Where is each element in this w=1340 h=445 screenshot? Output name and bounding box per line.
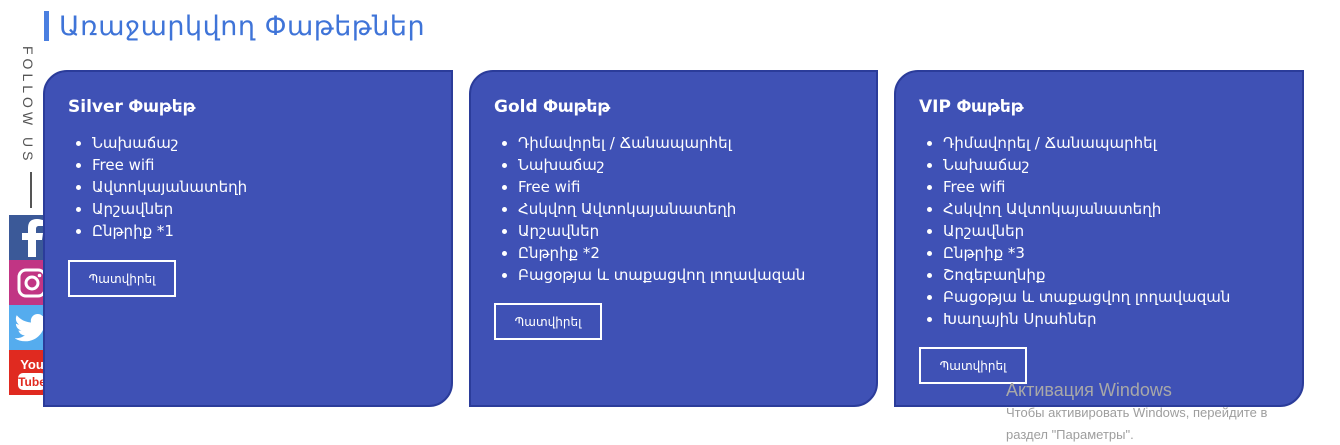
youtube-icon: You Tube (17, 357, 46, 390)
facebook-icon (21, 218, 43, 257)
feature-item: Ավտոկայանատեղի (92, 176, 247, 198)
package-card-gold: Gold Փաթեթ Դիմավորել / Ճանապարհել Նախաճա… (469, 70, 878, 407)
feature-item: Ընթրիք *3 (943, 242, 1230, 264)
feature-item: Free wifi (518, 176, 805, 198)
feature-list: Դիմավորել / Ճանապարհել Նախաճաշ Free wifi… (494, 132, 805, 286)
order-button[interactable]: Պատվիրել (494, 303, 602, 340)
package-card-silver: Silver Փաթեթ Նախաճաշ Free wifi Ավտոկայան… (43, 70, 453, 407)
feature-item: Ընթրիք *1 (92, 220, 247, 242)
package-card-vip: VIP Փաթեթ Դիմավորել / Ճանապարհել Նախաճաշ… (894, 70, 1304, 407)
follow-us-label: FOLLOW US (20, 46, 36, 165)
package-title: Silver Փաթեթ (68, 97, 196, 117)
watermark-title: Активация Windows (1006, 380, 1172, 400)
heading-accent-bar (44, 11, 49, 41)
package-title: Gold Փաթեթ (494, 97, 611, 117)
feature-list: Դիմավորել / Ճանապարհել Նախաճաշ Free wifi… (919, 132, 1230, 330)
feature-item: Նախաճաշ (518, 154, 805, 176)
feature-item: Արշավներ (943, 220, 1230, 242)
feature-item: Դիմավորել / Ճանապարհել (518, 132, 805, 154)
feature-list: Նախաճաշ Free wifi Ավտոկայանատեղի Արշավնե… (68, 132, 247, 242)
feature-item: Բացօթյա և տաքացվող լողավազան (943, 286, 1230, 308)
feature-item: Ընթրիք *2 (518, 242, 805, 264)
svg-text:Tube: Tube (18, 375, 46, 389)
feature-item: Դիմավորել / Ճանապարհել (943, 132, 1230, 154)
watermark-line: Чтобы активировать Windows, перейдите в (1006, 405, 1268, 420)
feature-item: Բացօթյա և տաքացվող լողավազան (518, 264, 805, 286)
feature-item: Հսկվող Ավտոկայանատեղի (943, 198, 1230, 220)
feature-item: Նախաճաշ (943, 154, 1230, 176)
order-button[interactable]: Պատվիրել (919, 347, 1027, 384)
feature-item: Արշավներ (92, 198, 247, 220)
svg-text:You: You (20, 357, 44, 372)
feature-item: Խաղային Սրահներ (943, 308, 1230, 330)
order-button[interactable]: Պատվիրել (68, 260, 176, 297)
windows-activation-watermark: Активация Windows Чтобы активировать Win… (1006, 380, 1267, 445)
section-title: Առաջարկվող Փաթեթներ (59, 10, 426, 42)
feature-item: Free wifi (943, 176, 1230, 198)
instagram-icon (17, 268, 46, 297)
feature-item: Շոգեբաղնիք (943, 264, 1230, 286)
package-title: VIP Փաթեթ (919, 97, 1024, 117)
section-heading: Առաջարկվող Փաթեթներ (44, 8, 425, 44)
follow-divider (30, 172, 32, 208)
feature-item: Հսկվող Ավտոկայանատեղի (518, 198, 805, 220)
watermark-line: раздел "Параметры". (1006, 427, 1134, 442)
feature-item: Արշավներ (518, 220, 805, 242)
feature-item: Free wifi (92, 154, 247, 176)
follow-us: FOLLOW US (18, 46, 44, 216)
feature-item: Նախաճաշ (92, 132, 247, 154)
